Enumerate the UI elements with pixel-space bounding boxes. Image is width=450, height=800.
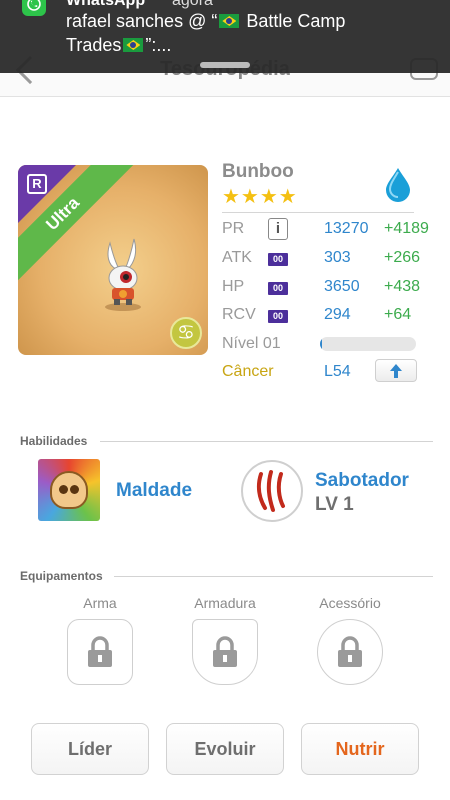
notification-sender: rafael sanches @ “	[66, 11, 218, 31]
notification-grabber[interactable]	[200, 62, 250, 68]
zodiac-sign-label: Câncer	[222, 363, 274, 380]
stat-row-rcv: RCV 00 294 +64	[222, 306, 442, 330]
stat-value: 13270	[324, 220, 369, 237]
stat-label: RCV	[222, 306, 256, 323]
notification-group-cont: Trades	[66, 35, 122, 55]
equip-label-accessory: Acessório	[319, 595, 381, 611]
monster-portrait[interactable]: Ultra R ♋	[18, 165, 208, 355]
level-progress-fill	[320, 337, 322, 351]
level-cap: L54	[324, 363, 351, 380]
lock-icon	[88, 636, 112, 667]
upgrade-button[interactable]	[375, 359, 417, 382]
lock-icon	[213, 636, 237, 667]
stat-badge-icon: 00	[268, 282, 288, 295]
skill-name-sabotador[interactable]: Sabotador	[315, 470, 409, 492]
stat-bonus: +266	[384, 249, 421, 266]
notification-app-name: WhatsApp	[66, 0, 146, 9]
monster-sprite	[105, 238, 141, 311]
stat-value: 303	[324, 249, 351, 266]
skill-level: LV 1	[315, 494, 354, 515]
stat-bonus: +438	[384, 278, 421, 295]
stat-row-atk: ATK 00 303 +266	[222, 249, 442, 273]
armor-slot[interactable]	[192, 619, 258, 685]
brazil-flag-icon	[123, 38, 144, 52]
leader-button[interactable]: Líder	[31, 723, 149, 775]
stat-row-hp: HP 00 3650 +438	[222, 278, 442, 302]
equipment-title: Equipamentos	[20, 569, 103, 583]
stat-label: HP	[222, 278, 245, 295]
level-progress-bar	[320, 337, 416, 351]
stat-badge-icon: 00	[268, 253, 288, 266]
stat-value: 294	[324, 306, 351, 323]
stat-label: PR	[222, 220, 245, 237]
stats-divider	[222, 212, 414, 213]
stat-value: 3650	[324, 278, 360, 295]
equip-label-weapon: Arma	[83, 595, 117, 611]
notification-line-1: rafael sanches @ “ Battle Camp	[66, 11, 345, 32]
cancer-zodiac-icon: ♋	[170, 317, 202, 349]
stat-row-pr: PR i 13270 +4189	[222, 218, 442, 244]
notification-message: ”:...	[145, 35, 172, 55]
notification-group: Battle Camp	[241, 11, 346, 31]
maldade-skill-icon[interactable]	[38, 459, 100, 521]
brazil-flag-icon	[219, 14, 240, 28]
monster-name: Bunboo	[222, 161, 294, 182]
arrow-up-icon	[390, 363, 402, 378]
weapon-slot[interactable]	[67, 619, 133, 685]
accessory-slot[interactable]	[317, 619, 383, 685]
lock-icon	[338, 636, 362, 667]
skull-icon	[50, 471, 88, 509]
level-label: Nível 01	[222, 335, 281, 352]
whatsapp-icon	[22, 0, 46, 16]
stat-bonus: +4189	[384, 220, 429, 237]
feed-button[interactable]: Nutrir	[301, 723, 419, 775]
notification-banner[interactable]: WhatsApp agora rafael sanches @ “ Battle…	[0, 0, 450, 73]
stat-label: ATK	[222, 249, 252, 266]
claw-skill-icon[interactable]	[241, 460, 303, 522]
stat-bonus: +64	[384, 306, 412, 323]
equip-label-armor: Armadura	[194, 595, 256, 611]
star-rating: ★★★★	[222, 186, 298, 208]
claw-marks-icon	[256, 470, 285, 512]
evolve-button[interactable]: Evoluir	[166, 723, 284, 775]
water-drop-icon	[386, 168, 410, 202]
notification-time: agora	[172, 0, 213, 9]
rarity-badge-icon: R	[27, 174, 47, 194]
rarity-corner	[18, 165, 76, 223]
equipment-divider	[114, 576, 433, 577]
notification-line-2: Trades ”:...	[66, 35, 171, 56]
stat-badge-icon: 00	[268, 310, 288, 323]
abilities-divider	[100, 441, 433, 442]
info-icon[interactable]: i	[268, 218, 288, 240]
abilities-title: Habilidades	[20, 434, 88, 448]
skill-name-maldade[interactable]: Maldade	[116, 480, 192, 502]
